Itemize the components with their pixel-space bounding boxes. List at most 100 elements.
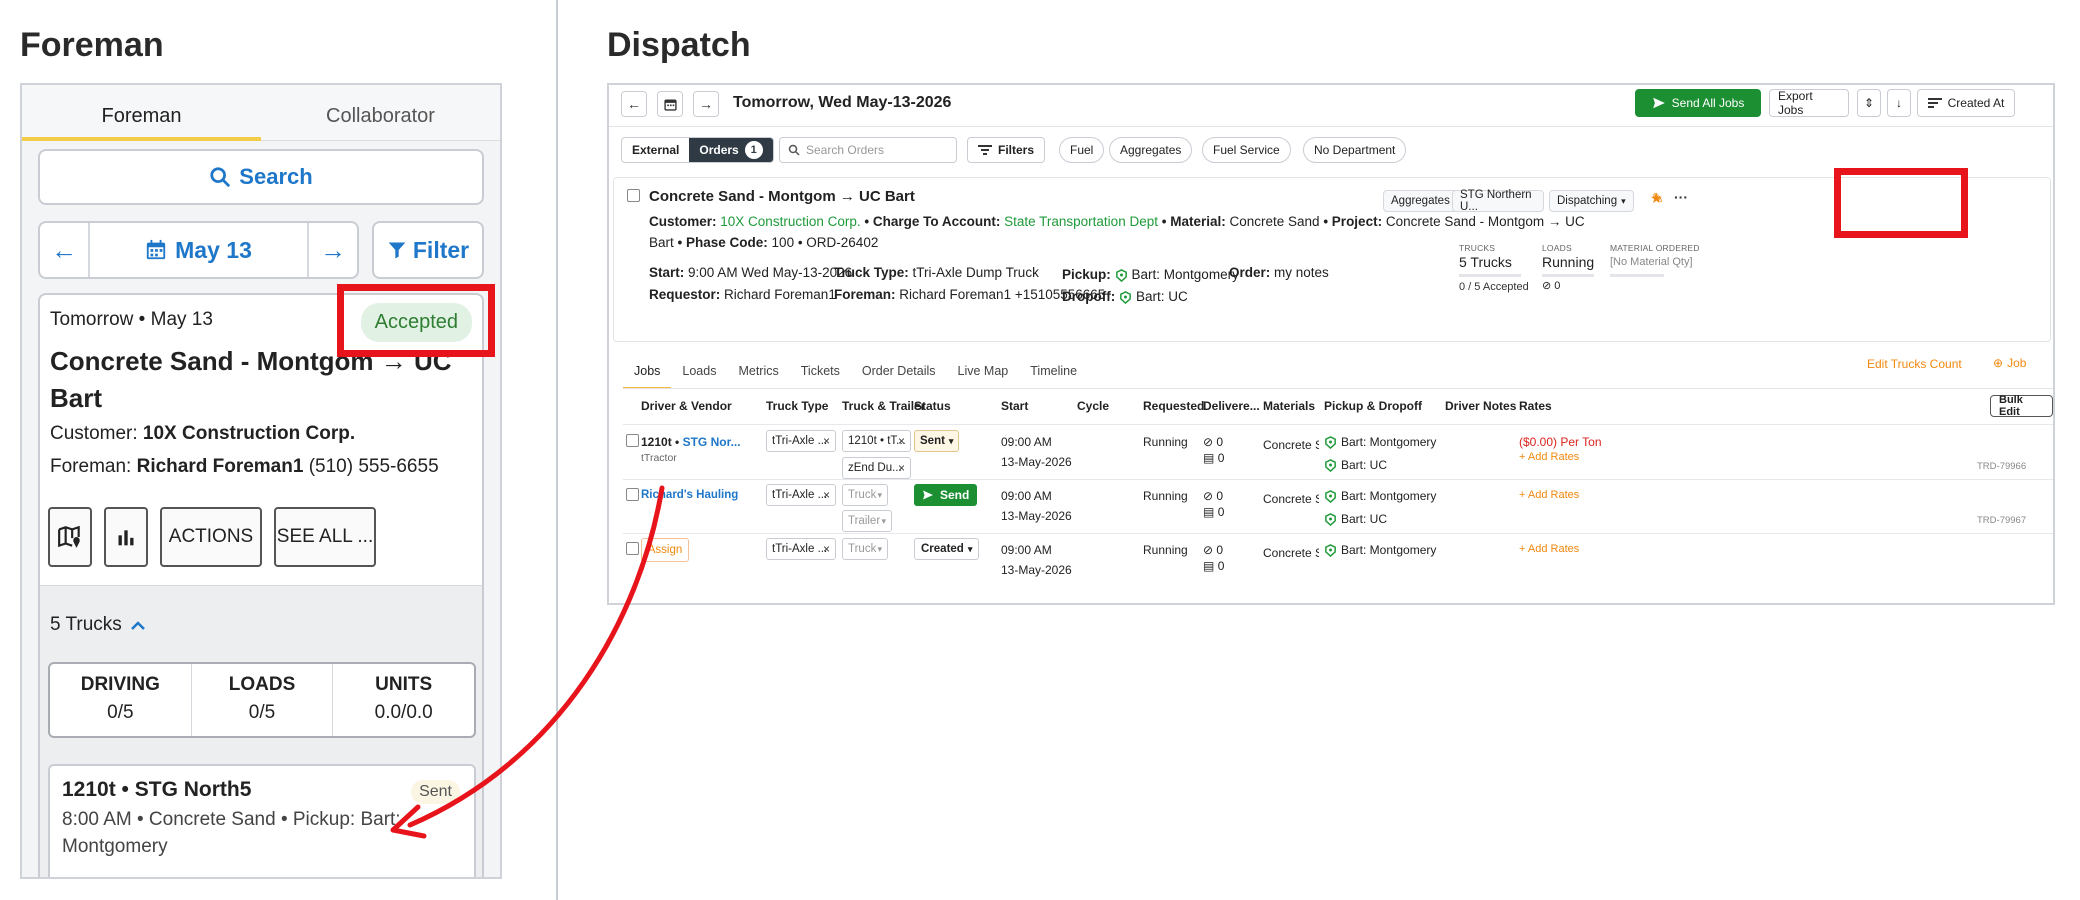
stat-value: 0.0/0.0 xyxy=(374,702,433,723)
trucks-toggle[interactable]: 5 Trucks xyxy=(50,614,146,636)
row-checkbox[interactable] xyxy=(626,434,639,447)
pill-aggregates[interactable]: Aggregates xyxy=(1109,137,1193,163)
vendor-link[interactable]: Richard's Hauling xyxy=(641,489,738,501)
bulk-edit-button[interactable]: Bulk Edit xyxy=(1990,394,2053,418)
dropoff-value: Bart: UC xyxy=(1341,458,1388,472)
next-date-button[interactable]: → xyxy=(309,223,357,277)
clear-icon[interactable]: × xyxy=(823,542,830,556)
clear-icon[interactable]: × xyxy=(898,461,905,475)
send-job-button[interactable]: Send xyxy=(914,484,978,506)
add-job-button[interactable]: ⊕ Job xyxy=(1993,356,2026,370)
job-card[interactable]: Tomorrow • May 13 Accepted Concrete Sand… xyxy=(38,293,484,877)
delivered-b: 0 xyxy=(1217,505,1225,519)
tab-tickets[interactable]: Tickets xyxy=(790,357,851,385)
row-checkbox[interactable] xyxy=(626,542,639,555)
foreman-line: Foreman: Richard Foreman1 (510) 555-6655 xyxy=(50,450,472,483)
truck-card[interactable]: 1210t • STG North5 Sent 8:00 AM • Concre… xyxy=(48,764,476,877)
customer-name: 10X Construction Corp. xyxy=(142,423,356,444)
truck-type-select[interactable]: tTri-Axle ... × xyxy=(766,538,836,560)
add-rates-link[interactable]: + Add Rates xyxy=(1519,489,1579,501)
dispatching-dropdown[interactable]: Dispatching ▾ xyxy=(1549,190,1634,212)
tab-order-details[interactable]: Order Details xyxy=(851,357,947,385)
trailer-select[interactable]: Trailer ▾ xyxy=(842,510,892,532)
trailer-select[interactable]: zEnd Du... × xyxy=(842,457,911,479)
pill-fuel-service[interactable]: Fuel Service xyxy=(1202,137,1291,163)
clear-icon[interactable]: × xyxy=(823,434,830,448)
export-jobs-button[interactable]: Export Jobs xyxy=(1769,89,1849,117)
material-ordered-value: [No Material Qty] xyxy=(1610,256,1693,268)
tab-metrics[interactable]: Metrics xyxy=(727,357,789,385)
foreman-mobile-view: Foreman Collaborator Search ← May 13 → F… xyxy=(20,83,502,879)
pill-fuel[interactable]: Fuel xyxy=(1059,137,1105,163)
status-dropdown[interactable]: Created ▾ xyxy=(914,538,980,560)
date-label: May 13 xyxy=(175,236,252,263)
pickup-cell: Bart: Montgomery xyxy=(1324,435,1436,450)
edit-trucks-count-link[interactable]: Edit Trucks Count xyxy=(1867,357,1962,371)
tab-timeline[interactable]: Timeline xyxy=(1019,357,1088,385)
tab-live-map[interactable]: Live Map xyxy=(947,357,1020,385)
stat-driving: DRIVING 0/5 xyxy=(50,664,191,736)
start-label: Start: xyxy=(649,265,685,280)
search-button[interactable]: Search xyxy=(38,149,484,205)
tabs-underline xyxy=(623,388,2053,389)
truck-select[interactable]: Truck ▾ xyxy=(842,484,888,506)
tab-collaborator[interactable]: Collaborator xyxy=(261,85,500,140)
delivered-loads: ⊘ 0 xyxy=(1203,489,1223,503)
truck-placeholder: Truck xyxy=(848,489,877,501)
order-tabs: Jobs Loads Metrics Tickets Order Details… xyxy=(623,357,1088,389)
pickup-value: Bart: Montgomery xyxy=(1341,489,1437,503)
calendar-button[interactable] xyxy=(657,91,683,117)
start-date: 13-May-2026 xyxy=(1001,509,1072,523)
dropoff-cell: Bart: UC xyxy=(1324,512,1387,527)
date-picker-button[interactable]: May 13 xyxy=(88,223,309,277)
truck-type-field: Truck Type: tTri-Axle Dump Truck xyxy=(834,262,1039,284)
truck-select[interactable]: Truck ▾ xyxy=(842,538,888,560)
check-circle-icon: ⊘ xyxy=(1542,280,1552,292)
pickup-location-icon xyxy=(1325,544,1336,558)
assign-driver-button[interactable]: Assign xyxy=(641,538,689,562)
caret-down-icon: ▾ xyxy=(877,489,882,500)
map-button[interactable] xyxy=(48,507,92,567)
send-all-jobs-button[interactable]: Send All Jobs xyxy=(1635,89,1761,117)
stats-button[interactable] xyxy=(104,507,148,567)
send-all-label: Send All Jobs xyxy=(1671,96,1745,110)
table-header-divider xyxy=(623,424,2053,425)
order-checkbox[interactable] xyxy=(627,189,640,202)
filter-button[interactable]: Filter xyxy=(372,221,484,279)
delivered-b: 0 xyxy=(1217,559,1225,573)
clear-icon[interactable]: × xyxy=(898,434,905,448)
truck-type-select[interactable]: tTri-Axle ... × xyxy=(766,484,836,506)
search-orders-input[interactable]: Search Orders xyxy=(779,137,957,163)
add-rates-link[interactable]: + Add Rates xyxy=(1519,543,1579,555)
prev-day-button[interactable]: ← xyxy=(621,91,647,117)
filters-button[interactable]: Filters xyxy=(967,137,1046,163)
tab-loads[interactable]: Loads xyxy=(671,357,727,385)
add-rates-link[interactable]: + Add Rates xyxy=(1519,451,1579,463)
col-start: Start xyxy=(1001,399,1029,413)
actions-button[interactable]: ACTIONS xyxy=(160,507,262,567)
orders-toggle[interactable]: Orders 1 xyxy=(689,138,773,162)
collapse-button[interactable]: ⇕ xyxy=(1857,89,1881,117)
more-options-icon[interactable]: ··· xyxy=(1674,189,1688,205)
clear-icon[interactable]: × xyxy=(823,488,830,502)
next-day-button[interactable]: → xyxy=(693,91,719,117)
pill-no-department[interactable]: No Department xyxy=(1303,137,1407,163)
see-all-button[interactable]: SEE ALL ... xyxy=(274,507,376,567)
prev-date-button[interactable]: ← xyxy=(40,223,88,277)
sort-button[interactable]: Created At xyxy=(1917,89,2015,117)
trailer-placeholder: Trailer xyxy=(848,515,881,527)
dropoff-cell: Bart: UC xyxy=(1324,458,1388,473)
status-dropdown[interactable]: Sent ▾ xyxy=(914,430,960,452)
tab-foreman[interactable]: Foreman xyxy=(22,85,261,141)
truck-type-select[interactable]: tTri-Axle ... × xyxy=(766,430,836,452)
external-toggle[interactable]: External xyxy=(622,138,689,162)
row-checkbox[interactable] xyxy=(626,488,639,501)
truck-select[interactable]: 1210t • tT... × xyxy=(842,430,911,452)
job-reference: TRD-79966 xyxy=(1977,461,2027,472)
tab-jobs[interactable]: Jobs xyxy=(623,357,672,389)
truck-type-label: Truck Type: xyxy=(834,265,909,280)
vendor-link[interactable]: STG Nor... xyxy=(683,435,741,449)
edit-pencil-icon[interactable]: ✎ xyxy=(1652,190,1664,207)
sort-direction-button[interactable]: ↓ xyxy=(1887,89,1911,117)
caret-down-icon: ▾ xyxy=(948,435,954,446)
